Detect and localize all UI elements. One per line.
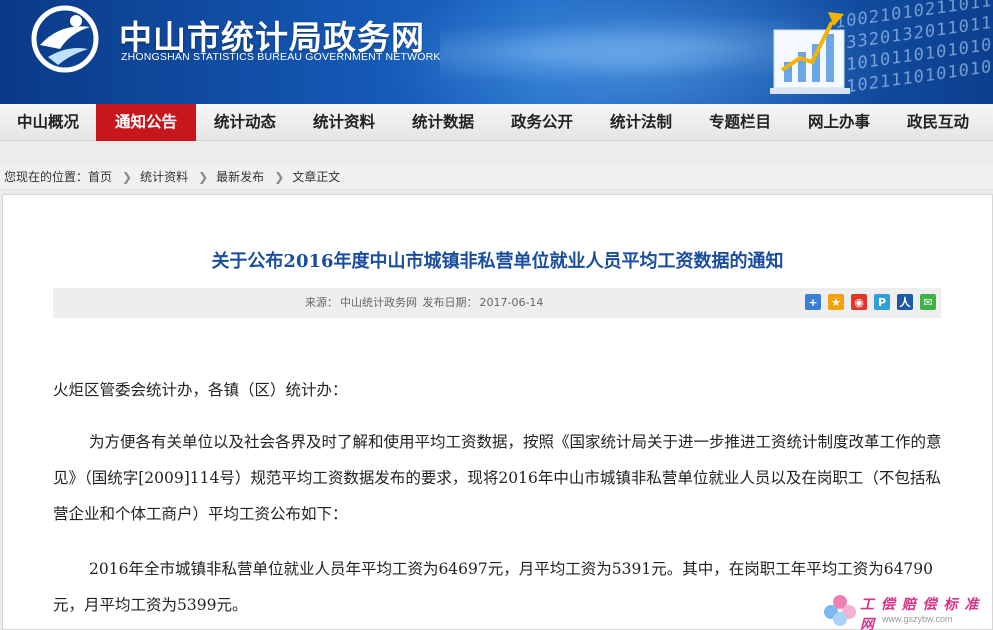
nav-item-overview[interactable]: 中山概况 [0, 104, 96, 141]
chevron-right-icon: ❯ [274, 169, 285, 184]
article-meta-bar: 来源： 中山统计政务网 发布日期： 2017-06-14 + ★ ◉ P 人 ✉ [53, 288, 941, 318]
date-label: 发布日期： [422, 296, 478, 309]
nav-item-data[interactable]: 统计数据 [394, 104, 492, 141]
renren-share-icon[interactable]: 人 [897, 294, 913, 310]
nav-item-news[interactable]: 统计动态 [196, 104, 294, 141]
header-banner: 100210102110112111 3332013201101121 0101… [0, 0, 993, 104]
nav-item-interaction[interactable]: 政民互动 [888, 104, 988, 141]
article-salutation: 火炬区管委会统计办，各镇（区）统计办： [53, 381, 348, 399]
site-logo-icon[interactable] [30, 5, 100, 73]
article-panel: 关于公布2016年度中山市城镇非私营单位就业人员平均工资数据的通知 来源： 中山统… [2, 194, 993, 630]
rising-chart-icon [770, 12, 850, 94]
wechat-share-icon[interactable]: ✉ [920, 294, 936, 310]
nav-item-legal[interactable]: 统计法制 [592, 104, 690, 141]
breadcrumb-prefix: 您现在的位置： [4, 169, 89, 184]
article-date: 2017-06-14 [479, 296, 544, 309]
chevron-right-icon: ❯ [198, 169, 209, 184]
nav-item-notices[interactable]: 通知公告 [96, 104, 196, 141]
breadcrumb-latest[interactable]: 最新发布 [216, 164, 264, 190]
share-toolbar: + ★ ◉ P 人 ✉ [805, 294, 936, 310]
breadcrumb: 您现在的位置： 首页 ❯ 统计资料 ❯ 最新发布 ❯ 文章正文 [0, 164, 993, 190]
flower-logo-icon [824, 595, 856, 626]
chevron-right-icon: ❯ [122, 169, 133, 184]
main-nav: 中山概况 通知公告 统计动态 统计资料 统计数据 政务公开 统计法制 专题栏目 … [0, 104, 993, 141]
article-source: 中山统计政务网 [340, 296, 417, 309]
site-subtitle: ZHONGSHAN STATISTICS BUREAU GOVERNMENT N… [121, 51, 441, 63]
watermark: 工 偿 赔 偿 标 准 网 www.gszybw.com [822, 590, 992, 630]
article-paragraph: 为方便各有关单位以及社会各界及时了解和使用平均工资数据，按照《国家统计局关于进一… [53, 433, 942, 523]
watermark-text: 工 偿 赔 偿 标 准 网 [860, 597, 980, 630]
nav-item-government-affairs[interactable]: 政务公开 [492, 104, 592, 141]
weibo-share-icon[interactable]: ◉ [851, 294, 867, 310]
qzone-share-icon[interactable]: ★ [828, 294, 844, 310]
nav-item-materials[interactable]: 统计资料 [294, 104, 394, 141]
breadcrumb-home[interactable]: 首页 [88, 164, 112, 190]
article-paragraph: 2016年全市城镇非私营单位就业人员年平均工资为64697元，月平均工资为539… [53, 560, 934, 614]
article-title: 关于公布2016年度中山市城镇非私营单位就业人员平均工资数据的通知 [211, 251, 784, 272]
watermark-url: www.gszybw.com [882, 614, 953, 624]
tqq-share-icon[interactable]: P [874, 294, 890, 310]
source-label: 来源： [305, 296, 338, 309]
nav-item-online-services[interactable]: 网上办事 [790, 104, 888, 141]
nav-item-topics[interactable]: 专题栏目 [690, 104, 790, 141]
breadcrumb-current: 文章正文 [292, 169, 341, 184]
breadcrumb-materials[interactable]: 统计资料 [140, 164, 188, 190]
article-meta: 来源： 中山统计政务网 发布日期： 2017-06-14 [305, 288, 545, 318]
banner-world-map [440, 18, 800, 88]
plus-share-icon[interactable]: + [805, 294, 821, 310]
